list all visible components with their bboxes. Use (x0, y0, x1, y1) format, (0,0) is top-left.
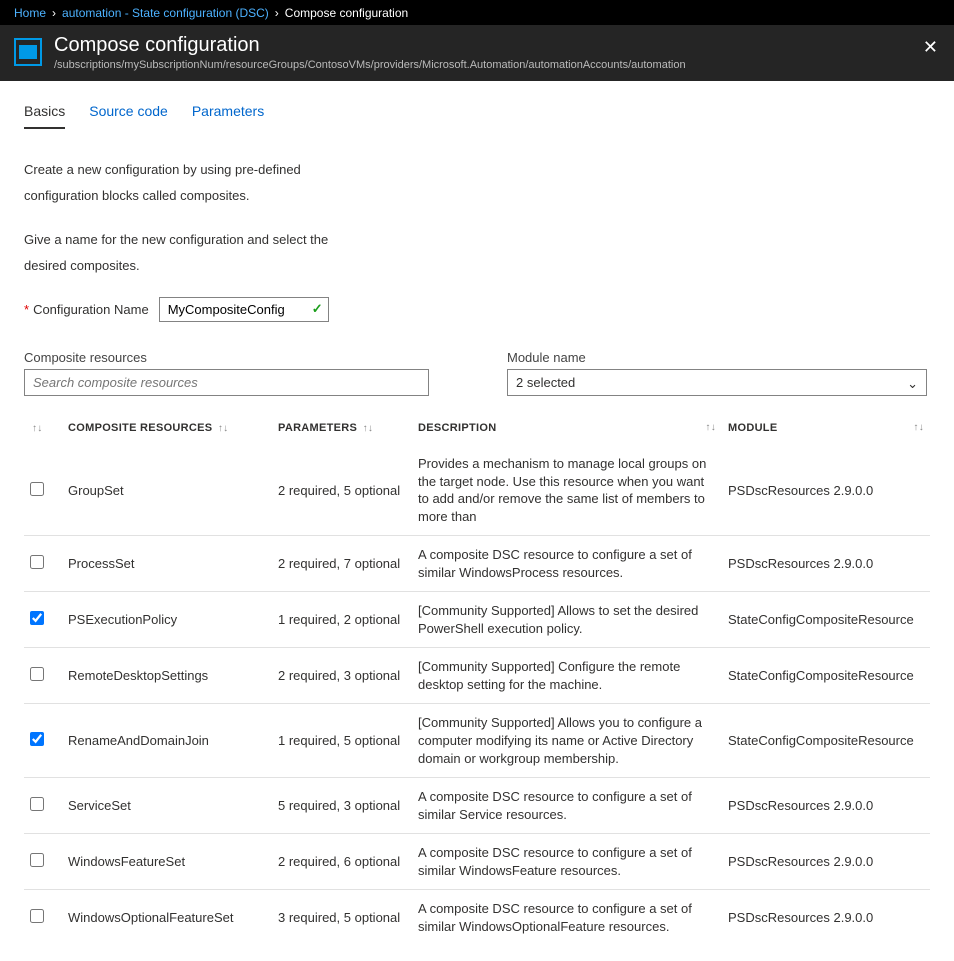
chevron-right-icon: › (275, 6, 279, 20)
cell-name: RemoteDesktopSettings (62, 648, 272, 704)
cell-module: PSDscResources 2.9.0.0 (722, 445, 930, 536)
config-name-input[interactable] (159, 297, 329, 322)
column-header-description[interactable]: DESCRIPTION ↑↓ (412, 414, 722, 445)
cell-module: PSDscResources 2.9.0.0 (722, 890, 930, 946)
tab-parameters[interactable]: Parameters (192, 97, 264, 129)
sort-icon: ↑↓ (705, 422, 716, 433)
breadcrumb-current: Compose configuration (285, 6, 408, 20)
chevron-right-icon: › (52, 6, 56, 20)
cell-description: A composite DSC resource to configure a … (412, 778, 722, 834)
cell-module: PSDscResources 2.9.0.0 (722, 834, 930, 890)
cell-parameters: 2 required, 6 optional (272, 834, 412, 890)
table-row[interactable]: WindowsFeatureSet2 required, 6 optionalA… (24, 834, 930, 890)
row-checkbox[interactable] (30, 732, 44, 746)
cell-parameters: 3 required, 5 optional (272, 890, 412, 946)
cell-module: StateConfigCompositeResource (722, 704, 930, 778)
sort-icon: ↑↓ (913, 422, 924, 433)
cell-description: Provides a mechanism to manage local gro… (412, 445, 722, 536)
column-header-parameters[interactable]: PARAMETERS ↑↓ (272, 414, 412, 445)
composite-resources-table: ↑↓ COMPOSITE RESOURCES ↑↓ PARAMETERS ↑↓ … (24, 414, 930, 945)
cell-description: [Community Supported] Allows to set the … (412, 592, 722, 648)
table-row[interactable]: ProcessSet2 required, 7 optionalA compos… (24, 536, 930, 592)
cell-description: A composite DSC resource to configure a … (412, 536, 722, 592)
close-icon[interactable]: ✕ (923, 37, 938, 58)
config-name-label: *Configuration Name (24, 302, 149, 317)
table-row[interactable]: WindowsOptionalFeatureSet3 required, 5 o… (24, 890, 930, 946)
chevron-down-icon: ⌄ (907, 376, 918, 392)
composite-resources-label: Composite resources (24, 350, 447, 365)
cell-module: PSDscResources 2.9.0.0 (722, 778, 930, 834)
cell-parameters: 1 required, 5 optional (272, 704, 412, 778)
module-selected-text: 2 selected (516, 375, 575, 390)
breadcrumb-account[interactable]: automation - State configuration (DSC) (62, 6, 269, 20)
cell-parameters: 2 required, 5 optional (272, 445, 412, 536)
breadcrumb-home[interactable]: Home (14, 6, 46, 20)
intro-text-1: Create a new configuration by using pre-… (24, 157, 364, 209)
table-row[interactable]: RemoteDesktopSettings2 required, 3 optio… (24, 648, 930, 704)
cell-name: ProcessSet (62, 536, 272, 592)
sort-icon: ↑↓ (218, 423, 229, 434)
page-subtitle: /subscriptions/mySubscriptionNum/resourc… (54, 59, 686, 71)
row-checkbox[interactable] (30, 482, 44, 496)
column-header-name[interactable]: COMPOSITE RESOURCES ↑↓ (62, 414, 272, 445)
cell-description: A composite DSC resource to configure a … (412, 834, 722, 890)
cell-parameters: 2 required, 7 optional (272, 536, 412, 592)
cell-name: PSExecutionPolicy (62, 592, 272, 648)
page-title: Compose configuration (54, 33, 686, 57)
row-checkbox[interactable] (30, 853, 44, 867)
tab-basics[interactable]: Basics (24, 97, 65, 129)
cell-name: RenameAndDomainJoin (62, 704, 272, 778)
row-checkbox[interactable] (30, 611, 44, 625)
cell-name: WindowsFeatureSet (62, 834, 272, 890)
module-name-label: Module name (507, 350, 930, 365)
column-header-module[interactable]: MODULE ↑↓ (722, 414, 930, 445)
cell-module: PSDscResources 2.9.0.0 (722, 536, 930, 592)
cell-parameters: 5 required, 3 optional (272, 778, 412, 834)
sort-icon: ↑↓ (363, 423, 374, 434)
cell-module: StateConfigCompositeResource (722, 592, 930, 648)
required-icon: * (24, 302, 29, 317)
row-checkbox[interactable] (30, 667, 44, 681)
row-checkbox[interactable] (30, 797, 44, 811)
cell-parameters: 2 required, 3 optional (272, 648, 412, 704)
table-row[interactable]: ServiceSet5 required, 3 optionalA compos… (24, 778, 930, 834)
blade-icon (14, 38, 42, 66)
cell-parameters: 1 required, 2 optional (272, 592, 412, 648)
column-header-select[interactable]: ↑↓ (24, 414, 62, 445)
row-checkbox[interactable] (30, 909, 44, 923)
table-row[interactable]: RenameAndDomainJoin1 required, 5 optiona… (24, 704, 930, 778)
cell-name: ServiceSet (62, 778, 272, 834)
check-icon: ✓ (312, 301, 323, 317)
cell-module: StateConfigCompositeResource (722, 648, 930, 704)
cell-description: [Community Supported] Configure the remo… (412, 648, 722, 704)
row-checkbox[interactable] (30, 555, 44, 569)
tab-source-code[interactable]: Source code (89, 97, 168, 129)
intro-text-2: Give a name for the new configuration an… (24, 227, 364, 279)
blade-header: Compose configuration /subscriptions/myS… (0, 25, 954, 81)
cell-name: WindowsOptionalFeatureSet (62, 890, 272, 946)
cell-description: [Community Supported] Allows you to conf… (412, 704, 722, 778)
table-row[interactable]: GroupSet2 required, 5 optionalProvides a… (24, 445, 930, 536)
module-name-dropdown[interactable]: 2 selected ⌄ (507, 369, 927, 396)
cell-name: GroupSet (62, 445, 272, 536)
search-input[interactable] (24, 369, 429, 396)
tabs: Basics Source code Parameters (24, 97, 930, 129)
cell-description: A composite DSC resource to configure a … (412, 890, 722, 946)
table-row[interactable]: PSExecutionPolicy1 required, 2 optional[… (24, 592, 930, 648)
breadcrumb: Home › automation - State configuration … (0, 0, 954, 25)
sort-icon: ↑↓ (32, 423, 43, 434)
